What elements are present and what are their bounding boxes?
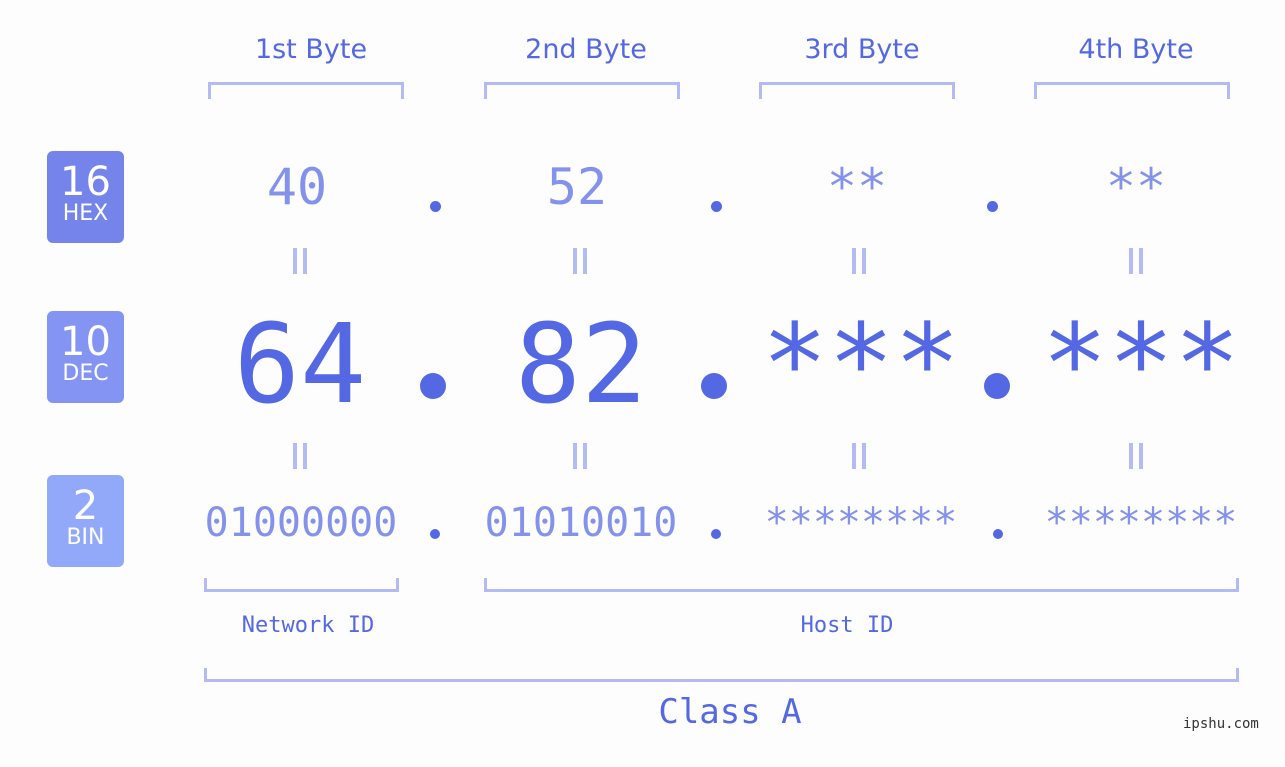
- hex-byte-1: 40: [266, 158, 328, 216]
- hex-byte-2: 52: [546, 158, 608, 216]
- bin-base-label: BIN: [66, 525, 105, 550]
- watermark: ipshu.com: [1183, 716, 1259, 732]
- bin-dot-3: [993, 529, 1003, 539]
- dec-byte-3: ***: [761, 300, 961, 428]
- dec-byte-2: 82: [514, 300, 648, 428]
- equals-icon: [293, 248, 307, 274]
- hex-byte-4: **: [1105, 158, 1167, 216]
- dec-base-label: DEC: [62, 361, 109, 386]
- hex-base-number: 16: [60, 159, 111, 205]
- dec-dot-1: [420, 373, 446, 399]
- hex-base-label: HEX: [62, 201, 109, 226]
- byte-header-4: 4th Byte: [1078, 34, 1194, 65]
- byte-bracket-4: [1034, 82, 1230, 99]
- bin-base-number: 2: [72, 483, 99, 529]
- byte-bracket-1: [208, 82, 404, 99]
- dec-badge: 10 DEC: [47, 311, 124, 403]
- dec-byte-1: 64: [233, 300, 367, 428]
- byte-header-2: 2nd Byte: [525, 34, 647, 65]
- dec-dot-3: [984, 373, 1010, 399]
- equals-icon: [852, 443, 866, 469]
- class-bracket: [204, 668, 1239, 682]
- host-id-label: Host ID: [800, 613, 894, 638]
- equals-icon: [293, 443, 307, 469]
- bin-badge: 2 BIN: [47, 475, 124, 567]
- bin-dot-1: [430, 529, 440, 539]
- hex-dot-2: [711, 201, 722, 212]
- class-label: Class A: [658, 692, 802, 732]
- dec-byte-4: ***: [1041, 300, 1241, 428]
- hex-byte-3: **: [826, 158, 888, 216]
- byte-header-3: 3rd Byte: [804, 34, 920, 65]
- bin-byte-2: 01010010: [484, 500, 678, 546]
- host-id-bracket: [484, 578, 1239, 592]
- hex-dot-1: [430, 201, 441, 212]
- byte-bracket-3: [759, 82, 955, 99]
- equals-icon: [1129, 443, 1143, 469]
- equals-icon: [1129, 248, 1143, 274]
- bin-dot-2: [711, 529, 721, 539]
- equals-icon: [852, 248, 866, 274]
- network-id-bracket: [204, 578, 399, 592]
- hex-dot-3: [987, 201, 998, 212]
- network-id-label: Network ID: [241, 613, 375, 638]
- hex-badge: 16 HEX: [47, 151, 124, 243]
- bin-byte-3: ********: [764, 500, 958, 546]
- bin-byte-4: ********: [1044, 500, 1238, 546]
- dec-base-number: 10: [60, 319, 111, 365]
- dec-dot-2: [701, 373, 727, 399]
- bin-byte-1: 01000000: [204, 500, 398, 546]
- byte-bracket-2: [484, 82, 680, 99]
- equals-icon: [573, 248, 587, 274]
- equals-icon: [573, 443, 587, 469]
- byte-header-1: 1st Byte: [254, 34, 368, 65]
